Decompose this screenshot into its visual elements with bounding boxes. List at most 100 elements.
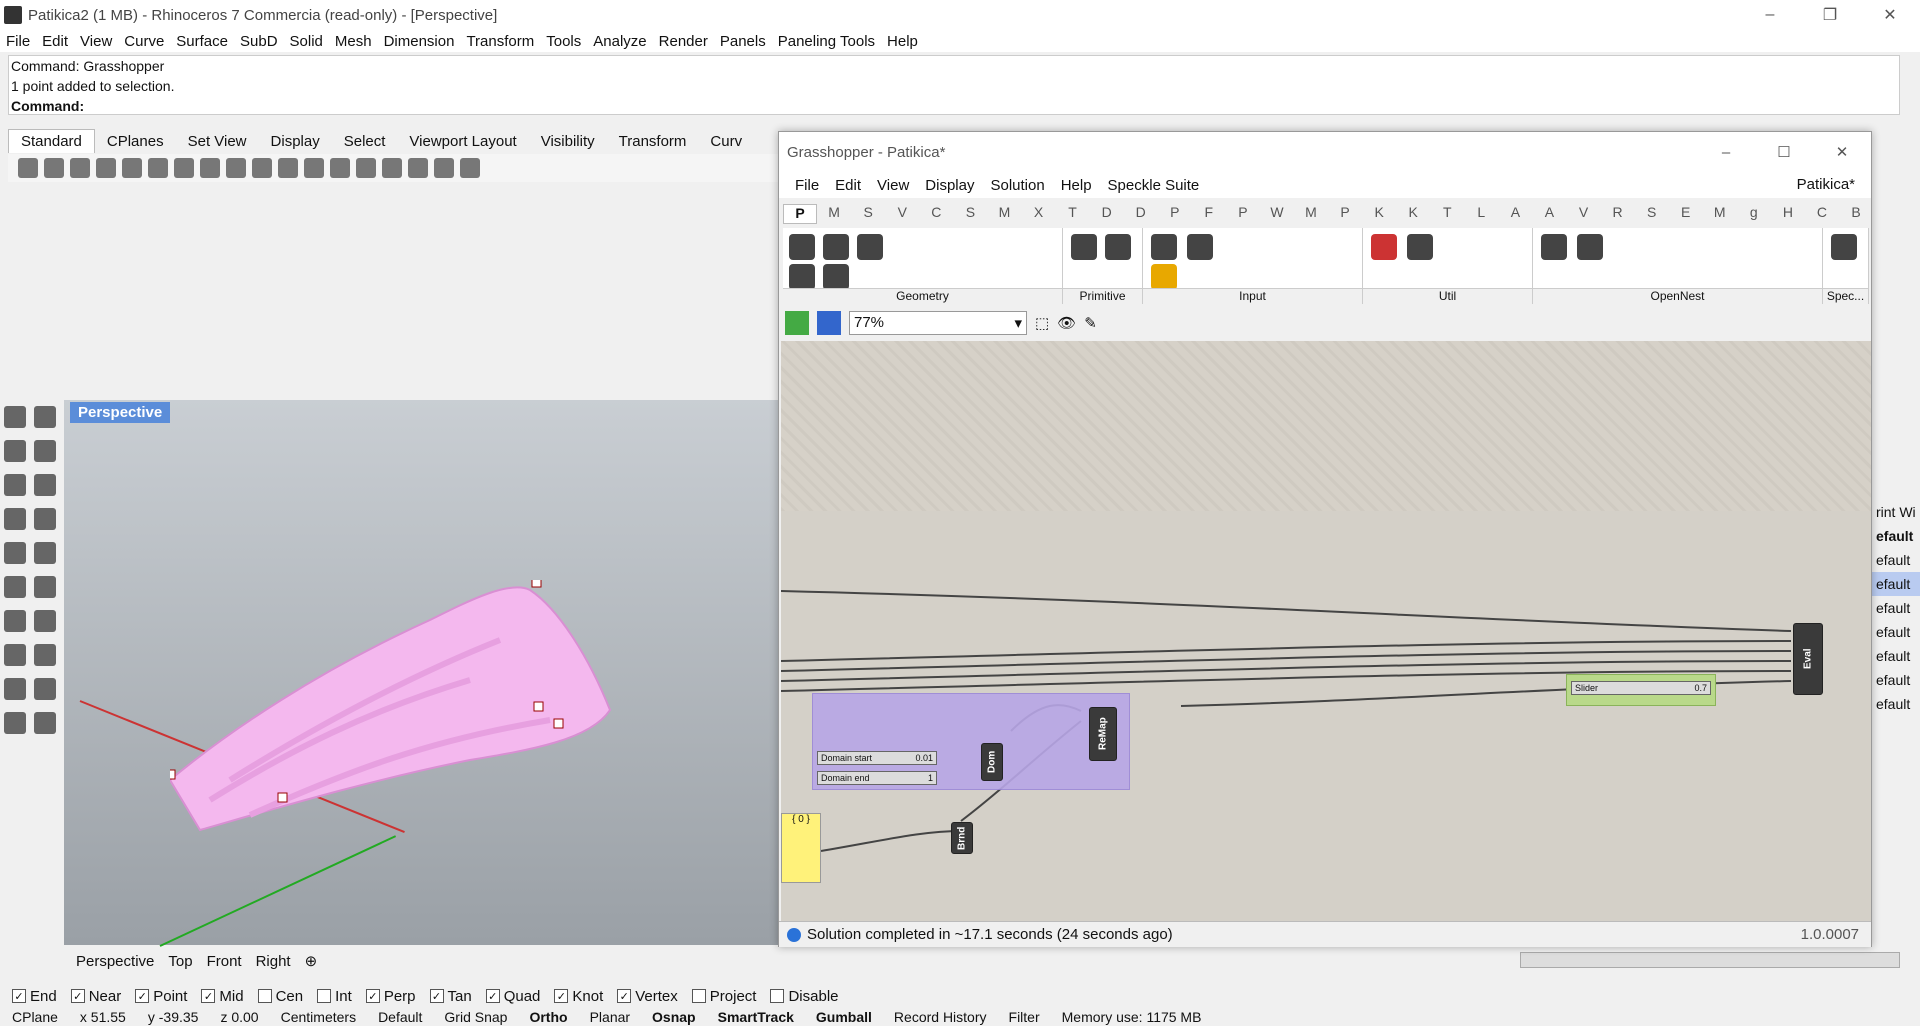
osnap-cen[interactable]: Cen bbox=[257, 988, 303, 1005]
component-icon[interactable] bbox=[1105, 234, 1131, 260]
gh-tab[interactable]: P bbox=[1328, 204, 1362, 224]
tab-select[interactable]: Select bbox=[332, 130, 398, 153]
tab-standard[interactable]: Standard bbox=[8, 129, 95, 153]
tab-visibility[interactable]: Visibility bbox=[529, 130, 607, 153]
gh-tab[interactable]: W bbox=[1260, 204, 1294, 224]
grid-snap-toggle[interactable]: Grid Snap bbox=[444, 1009, 507, 1025]
transform-icon[interactable] bbox=[34, 712, 56, 734]
gh-minimize-icon[interactable]: – bbox=[1697, 132, 1755, 172]
component-icon[interactable] bbox=[1151, 264, 1177, 290]
menu-view[interactable]: View bbox=[74, 33, 118, 50]
dimension-icon[interactable] bbox=[34, 678, 56, 700]
gh-menu-view[interactable]: View bbox=[869, 177, 917, 194]
gh-tab[interactable]: R bbox=[1601, 204, 1635, 224]
layer-row[interactable]: efault bbox=[1872, 620, 1920, 644]
gh-tab[interactable]: P bbox=[1158, 204, 1192, 224]
component-icon[interactable] bbox=[823, 264, 849, 290]
menu-surface[interactable]: Surface bbox=[170, 33, 234, 50]
gh-tab[interactable]: M bbox=[1703, 204, 1737, 224]
osnap-point[interactable]: ✓ Point bbox=[135, 988, 187, 1005]
dom-component[interactable]: Dom bbox=[981, 743, 1003, 781]
shoe-model[interactable] bbox=[170, 580, 630, 840]
gumball-toggle[interactable]: Gumball bbox=[816, 1009, 872, 1025]
gh-preview-eye-icon[interactable]: 👁 bbox=[1057, 314, 1076, 332]
boolean-icon[interactable] bbox=[34, 644, 56, 666]
gh-zoom-select[interactable]: 77% ▾ bbox=[849, 311, 1027, 335]
gh-tab[interactable]: C bbox=[919, 204, 953, 224]
gh-tab[interactable]: M bbox=[987, 204, 1021, 224]
menu-edit[interactable]: Edit bbox=[36, 33, 74, 50]
select-arrow-icon[interactable] bbox=[4, 406, 26, 428]
osnap-project[interactable]: Project bbox=[691, 988, 756, 1005]
command-prompt[interactable]: Command: bbox=[11, 96, 1897, 116]
gh-tab[interactable]: T bbox=[1056, 204, 1090, 224]
gh-menu-file[interactable]: File bbox=[787, 177, 827, 194]
brnd-component[interactable]: Brnd bbox=[951, 822, 973, 854]
component-icon[interactable] bbox=[1407, 234, 1433, 260]
tab-cplanes[interactable]: CPlanes bbox=[95, 130, 176, 153]
cut-icon[interactable] bbox=[122, 158, 142, 178]
osnap-near[interactable]: ✓ Near bbox=[70, 988, 121, 1005]
gh-tab[interactable]: K bbox=[1362, 204, 1396, 224]
pan-icon[interactable] bbox=[226, 158, 246, 178]
smarttrack-toggle[interactable]: SmartTrack bbox=[718, 1009, 794, 1025]
paste-icon[interactable] bbox=[174, 158, 194, 178]
osnap-toggle[interactable]: Osnap bbox=[652, 1009, 696, 1025]
gh-open-icon[interactable] bbox=[785, 311, 809, 335]
gh-tab[interactable]: M bbox=[817, 204, 851, 224]
gh-panel[interactable]: { 0 } bbox=[781, 813, 821, 883]
menu-transform[interactable]: Transform bbox=[460, 33, 540, 50]
layer-row[interactable]: efault bbox=[1872, 572, 1920, 596]
tab-set-view[interactable]: Set View bbox=[176, 130, 259, 153]
gh-tab[interactable]: M bbox=[1294, 204, 1328, 224]
minimize-icon[interactable]: – bbox=[1740, 0, 1800, 30]
osnap-perp[interactable]: ✓ Perp bbox=[365, 988, 416, 1005]
gh-restore-icon[interactable]: ☐ bbox=[1755, 132, 1813, 172]
menu-paneling-tools[interactable]: Paneling Tools bbox=[772, 33, 881, 50]
gh-tab[interactable]: A bbox=[1498, 204, 1532, 224]
menu-render[interactable]: Render bbox=[653, 33, 714, 50]
polygon-icon[interactable] bbox=[4, 508, 26, 530]
gh-tab[interactable]: V bbox=[885, 204, 919, 224]
gh-tab[interactable]: V bbox=[1566, 204, 1600, 224]
gh-tab[interactable]: S bbox=[953, 204, 987, 224]
component-icon[interactable] bbox=[789, 264, 815, 290]
menu-mesh[interactable]: Mesh bbox=[329, 33, 378, 50]
array-icon[interactable] bbox=[4, 712, 26, 734]
gh-tab[interactable]: F bbox=[1192, 204, 1226, 224]
zoom-window-icon[interactable] bbox=[304, 158, 324, 178]
gh-canvas[interactable]: Domain start 0.01 Domain end 1 Dom ReMap… bbox=[781, 341, 1871, 921]
gh-tab[interactable]: g bbox=[1737, 204, 1771, 224]
gh-tab[interactable]: L bbox=[1464, 204, 1498, 224]
offset-icon[interactable] bbox=[34, 542, 56, 564]
osnap-int[interactable]: Int bbox=[317, 988, 352, 1005]
domain-end-slider[interactable]: Domain end 1 bbox=[817, 771, 937, 785]
gh-tab[interactable]: P bbox=[1226, 204, 1260, 224]
curve-icon[interactable] bbox=[34, 440, 56, 462]
osnap-knot[interactable]: ✓ Knot bbox=[554, 988, 603, 1005]
gh-tab[interactable]: D bbox=[1090, 204, 1124, 224]
layer-row[interactable]: efault bbox=[1872, 524, 1920, 548]
component-icon[interactable] bbox=[1541, 234, 1567, 260]
units-label[interactable]: Centimeters bbox=[281, 1009, 356, 1025]
gh-sketch-icon[interactable]: ✎ bbox=[1084, 314, 1097, 332]
viewport-label[interactable]: Perspective bbox=[70, 402, 171, 423]
tab-curve[interactable]: Curv bbox=[698, 130, 754, 153]
tab-viewport-layout[interactable]: Viewport Layout bbox=[397, 130, 528, 153]
command-area[interactable]: Command: Grasshopper 1 point added to se… bbox=[8, 55, 1900, 115]
light-icon[interactable] bbox=[408, 158, 428, 178]
gh-tab[interactable]: S bbox=[851, 204, 885, 224]
layer-label[interactable]: Default bbox=[378, 1009, 422, 1025]
component-icon[interactable] bbox=[857, 234, 883, 260]
osnap-mid[interactable]: ✓ Mid bbox=[201, 988, 244, 1005]
gh-menu-speckle[interactable]: Speckle Suite bbox=[1100, 177, 1208, 194]
osnap-quad[interactable]: ✓ Quad bbox=[485, 988, 540, 1005]
tab-transform[interactable]: Transform bbox=[607, 130, 699, 153]
mesh-icon[interactable] bbox=[4, 644, 26, 666]
planar-toggle[interactable]: Planar bbox=[590, 1009, 630, 1025]
surface-icon[interactable] bbox=[4, 576, 26, 598]
menu-dimension[interactable]: Dimension bbox=[378, 33, 461, 50]
close-icon[interactable]: ✕ bbox=[1860, 0, 1920, 30]
menu-subd[interactable]: SubD bbox=[234, 33, 284, 50]
gh-tab[interactable]: D bbox=[1124, 204, 1158, 224]
